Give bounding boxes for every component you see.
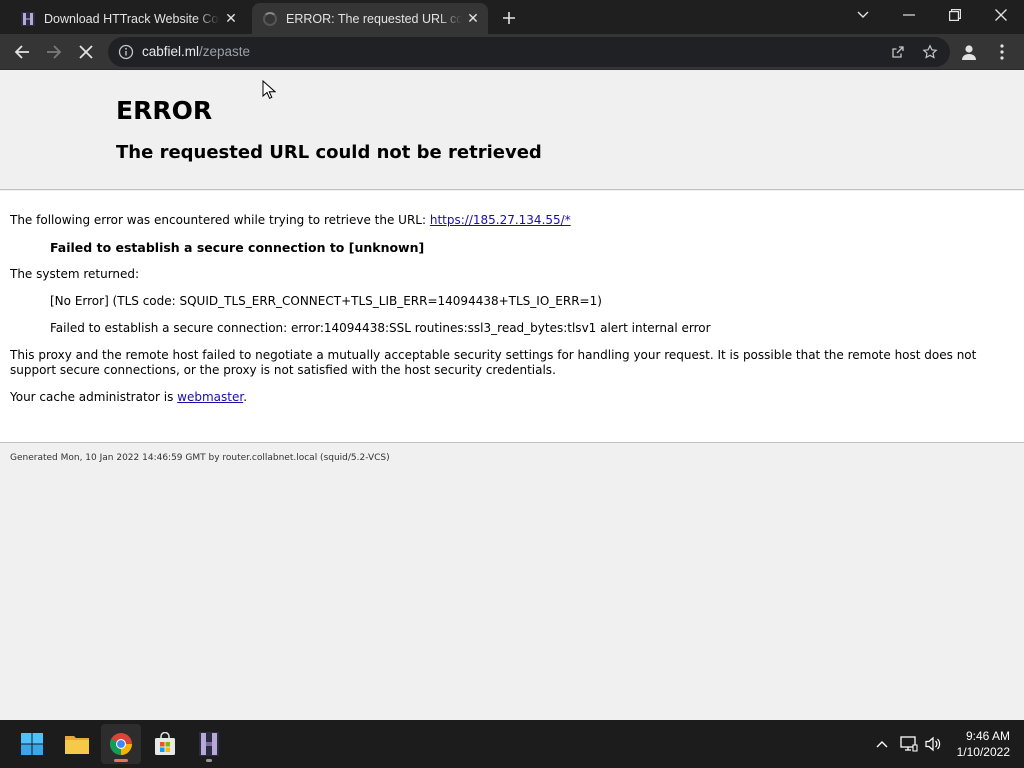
- loading-spinner-icon: [262, 11, 278, 27]
- page-viewport: ERROR The requested URL could not be ret…: [0, 71, 1024, 720]
- menu-button[interactable]: [990, 40, 1014, 64]
- address-bar[interactable]: cabfiel.ml/zepaste: [108, 37, 950, 67]
- restore-button[interactable]: [932, 0, 978, 30]
- close-icon[interactable]: ✕: [220, 8, 242, 30]
- error-content: The following error was encountered whil…: [0, 191, 1024, 443]
- ssl-detail-text: Failed to establish a secure connection:…: [50, 321, 711, 335]
- arrow-left-icon: [14, 45, 29, 59]
- microsoft-store-icon: [155, 732, 175, 755]
- profile-button[interactable]: [957, 40, 981, 64]
- active-app-indicator: [114, 759, 128, 762]
- tab-title: ERROR: The requested URL could not be re…: [286, 11, 462, 26]
- taskbar-chrome[interactable]: [101, 724, 141, 764]
- share-icon[interactable]: [890, 44, 906, 60]
- clock-date: 1/10/2022: [956, 745, 1010, 759]
- admin-line: Your cache administrator is webmaster.: [10, 390, 248, 404]
- generated-footer: Generated Mon, 10 Jan 2022 14:46:59 GMT …: [10, 453, 390, 463]
- minimize-button[interactable]: [886, 0, 932, 30]
- error-header: ERROR The requested URL could not be ret…: [0, 71, 1024, 190]
- page-title: ERROR: [116, 96, 213, 125]
- mouse-cursor-icon: [262, 80, 276, 99]
- running-app-indicator: [206, 759, 212, 762]
- arrow-right-icon: [47, 45, 62, 59]
- close-window-button[interactable]: [978, 0, 1024, 30]
- system-returned-label: The system returned:: [10, 267, 140, 281]
- network-button[interactable]: [899, 734, 919, 754]
- tab-error-page[interactable]: ERROR: The requested URL could not be re…: [252, 3, 488, 34]
- explanation-text: This proxy and the remote host failed to…: [10, 348, 977, 377]
- bookmark-star-icon[interactable]: [922, 44, 938, 60]
- browser-toolbar: cabfiel.ml/zepaste: [0, 34, 1024, 70]
- system-clock[interactable]: 9:46 AM 1/10/2022: [957, 728, 1010, 760]
- httrack-favicon-icon: [21, 11, 35, 26]
- speaker-icon: [925, 736, 941, 752]
- network-icon: [900, 736, 918, 752]
- taskbar-file-explorer[interactable]: [57, 724, 97, 764]
- chrome-icon: [110, 733, 132, 755]
- back-button[interactable]: [8, 38, 36, 66]
- chevron-up-icon: [876, 741, 888, 748]
- url-text[interactable]: cabfiel.ml/zepaste: [142, 44, 250, 59]
- new-tab-button[interactable]: [497, 6, 521, 30]
- file-explorer-icon: [65, 736, 89, 754]
- show-hidden-icons-button[interactable]: [872, 734, 892, 754]
- taskbar-microsoft-store[interactable]: [145, 724, 185, 764]
- close-icon: [995, 9, 1007, 21]
- webmaster-link[interactable]: webmaster: [177, 390, 243, 404]
- tls-code-text: [No Error] (TLS code: SQUID_TLS_ERR_CONN…: [50, 294, 602, 308]
- chevron-down-icon: [857, 11, 869, 18]
- retrieved-url-link[interactable]: https://185.27.134.55/*: [430, 213, 571, 227]
- tab-title: Download HTTrack Website Copier: [44, 11, 220, 26]
- stop-loading-button[interactable]: [72, 38, 100, 66]
- volume-button[interactable]: [923, 734, 943, 754]
- profile-icon: [962, 45, 976, 60]
- windows-start-icon: [21, 733, 43, 755]
- tab-search-button[interactable]: [840, 0, 886, 30]
- error-summary: Failed to establish a secure connection …: [50, 240, 425, 255]
- tab-httrack[interactable]: Download HTTrack Website Copier ✕: [10, 3, 246, 34]
- taskbar-httrack[interactable]: [189, 724, 229, 764]
- restore-icon: [949, 9, 961, 21]
- intro-line: The following error was encountered whil…: [10, 213, 571, 227]
- plus-icon: [503, 12, 515, 24]
- httrack-icon: [199, 732, 219, 756]
- clock-time: 9:46 AM: [965, 729, 1010, 743]
- info-icon[interactable]: [118, 44, 134, 60]
- close-icon: [79, 45, 93, 59]
- minimize-icon: [903, 14, 915, 16]
- page-subtitle: The requested URL could not be retrieved: [116, 142, 542, 163]
- forward-button[interactable]: [40, 38, 68, 66]
- more-vertical-icon: [1000, 44, 1004, 60]
- close-icon[interactable]: ✕: [462, 8, 484, 30]
- tab-strip: Download HTTrack Website Copier ✕ ERROR:…: [0, 0, 1024, 34]
- start-button[interactable]: [12, 724, 52, 764]
- windows-taskbar: 9:46 AM 1/10/2022: [0, 720, 1024, 768]
